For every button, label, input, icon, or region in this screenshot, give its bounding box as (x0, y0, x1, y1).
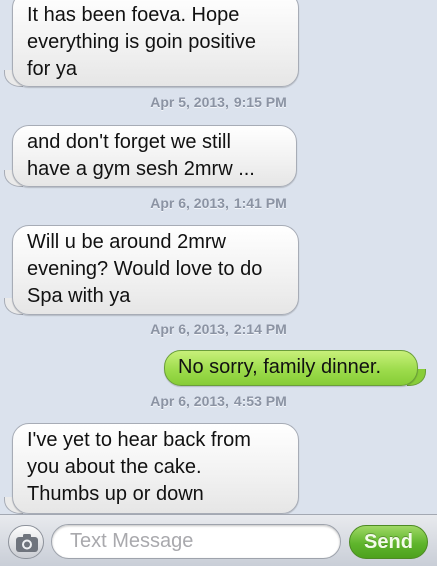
timestamp-date: Apr 6, 2013, (150, 321, 229, 337)
timestamp-date: Apr 6, 2013, (150, 195, 229, 211)
message-bubble-outgoing[interactable]: No sorry, family dinner. (164, 350, 426, 386)
message-bubble-incoming[interactable]: I've yet to hear back from you about the… (12, 423, 299, 514)
message-line: I've yet to hear back from (27, 429, 251, 451)
timestamp-time: 9:15 PM (233, 94, 287, 110)
timestamp-date: Apr 5, 2013, (150, 94, 229, 110)
message-line: everything is goin positive (27, 31, 257, 53)
text-message-input[interactable] (51, 524, 341, 559)
timestamp: Apr 5, 2013, 9:15 PM (0, 94, 437, 110)
message-input-bar: Send (0, 514, 437, 566)
timestamp-time: 1:41 PM (233, 195, 287, 211)
message-line: evening? Would love to do (27, 258, 263, 280)
message-bubble-incoming[interactable]: and don't forget we still have a gym ses… (12, 125, 297, 187)
timestamp-time: 2:14 PM (233, 321, 287, 337)
send-button[interactable]: Send (349, 525, 428, 559)
message-line: Spa with ya (27, 285, 131, 307)
timestamp-date: Apr 6, 2013, (150, 393, 229, 409)
message-line: No sorry, family dinner. (178, 356, 382, 378)
timestamp-time: 4:53 PM (233, 393, 287, 409)
camera-icon (16, 534, 38, 552)
message-thread[interactable]: It has been foeva. Hope everything is go… (0, 0, 437, 514)
message-bubble-incoming[interactable]: Will u be around 2mrw evening? Would lov… (12, 225, 299, 315)
message-line: you about the cake. (27, 456, 202, 478)
timestamp: Apr 6, 2013, 2:14 PM (0, 321, 437, 337)
timestamp: Apr 6, 2013, 4:53 PM (0, 393, 437, 409)
camera-button[interactable] (8, 525, 44, 559)
message-line: have a gym sesh 2mrw ... (27, 158, 255, 180)
message-line: Thumbs up or down (27, 483, 204, 505)
timestamp: Apr 6, 2013, 1:41 PM (0, 195, 437, 211)
message-line: Will u be around 2mrw (27, 231, 226, 253)
message-line: for ya (27, 58, 78, 80)
message-line: It has been foeva. Hope (27, 4, 240, 26)
message-line: and don't forget we still (27, 131, 231, 153)
message-bubble-incoming[interactable]: It has been foeva. Hope everything is go… (12, 0, 299, 87)
